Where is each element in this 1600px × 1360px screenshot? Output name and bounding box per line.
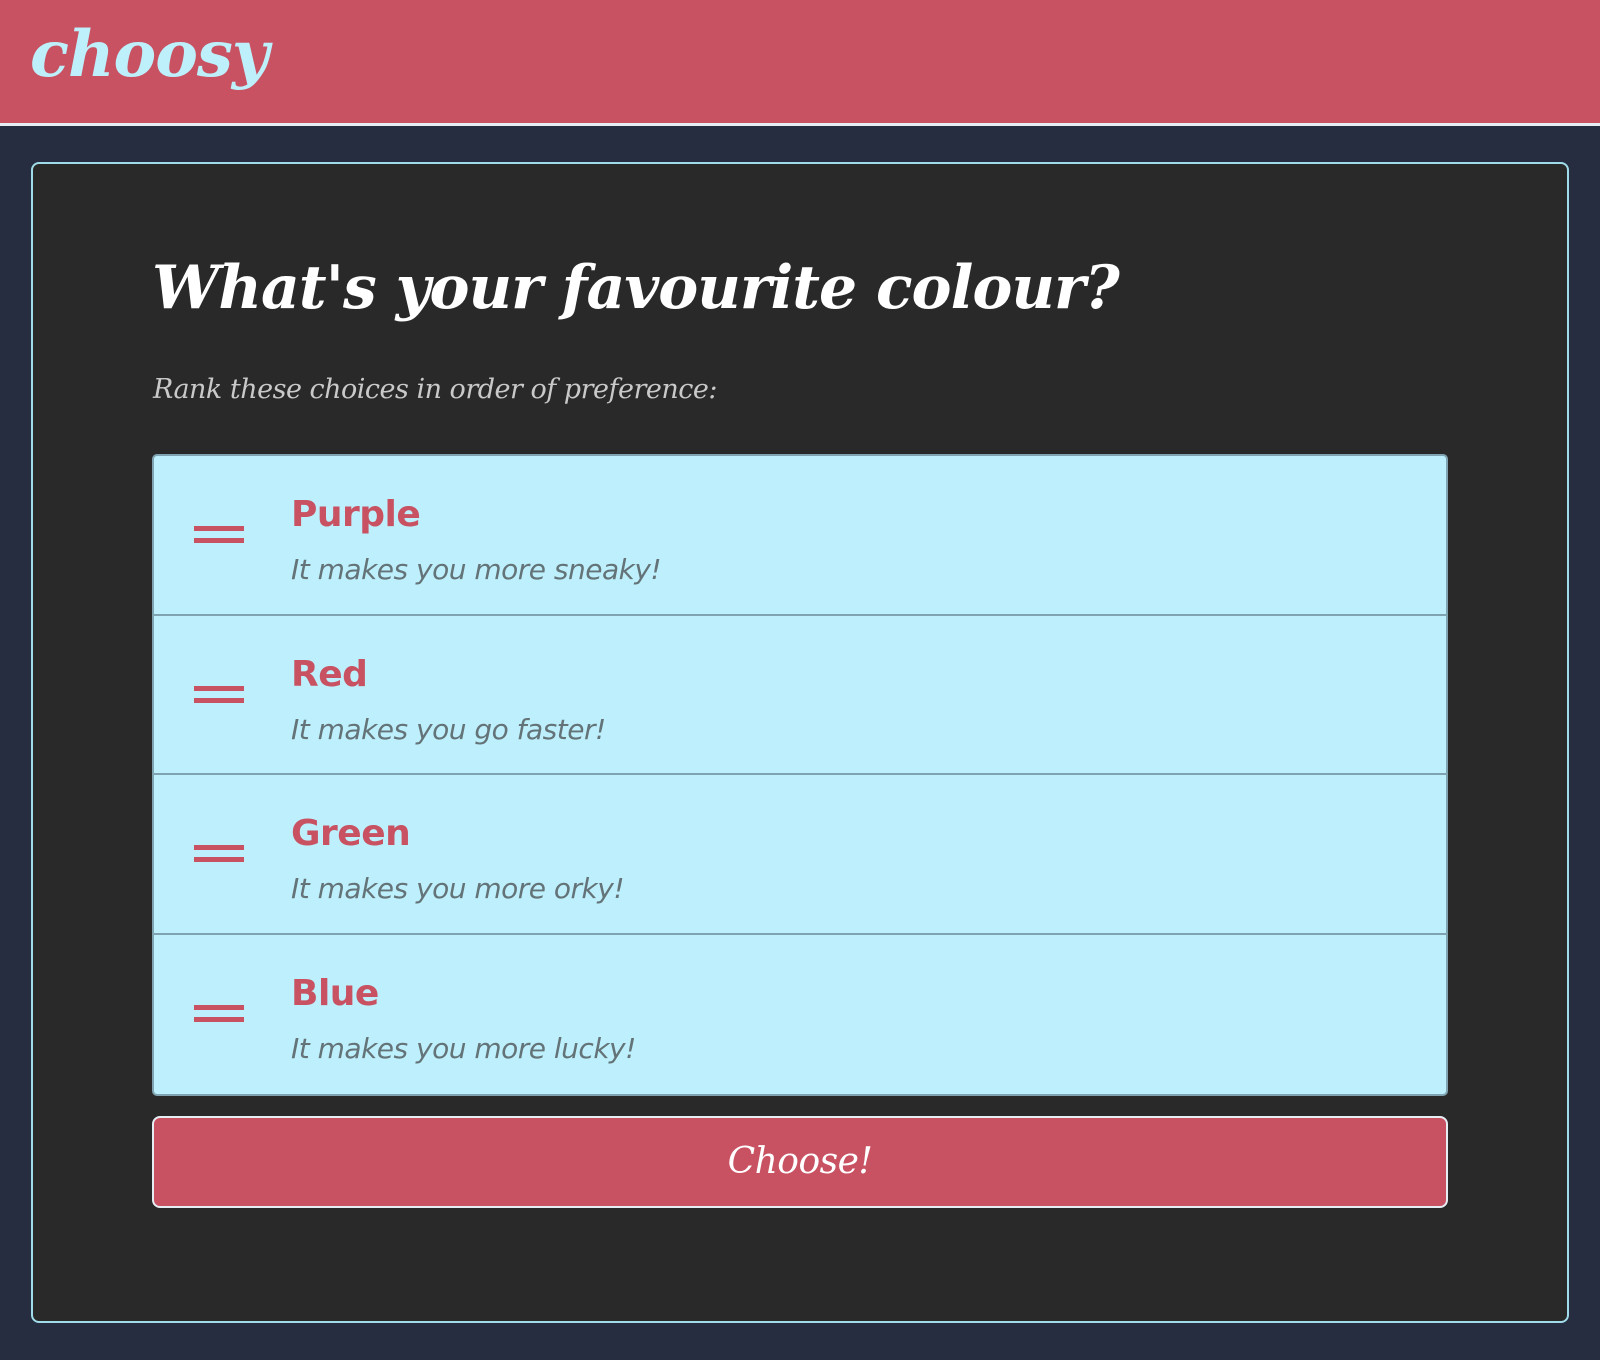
logo[interactable]: choosy xyxy=(30,12,269,98)
poll-question: What's your favourite colour? xyxy=(152,253,1120,323)
choice-name: Purple xyxy=(291,494,421,535)
poll-instructions: Rank these choices in order of preferenc… xyxy=(153,374,717,405)
drag-handle-icon[interactable] xyxy=(194,1004,244,1025)
poll-panel: What's your favourite colour? Rank these… xyxy=(31,162,1569,1323)
choice-name: Blue xyxy=(291,972,379,1014)
choice-item-green[interactable]: Green It makes you more orky! xyxy=(154,775,1446,935)
choice-item-blue[interactable]: Blue It makes you more lucky! xyxy=(154,935,1446,1095)
app-header: choosy xyxy=(0,0,1600,126)
drag-handle-icon[interactable] xyxy=(194,526,244,546)
choice-item-red[interactable]: Red It makes you go faster! xyxy=(154,616,1446,775)
choice-list: Purple It makes you more sneaky! Red It … xyxy=(152,454,1448,1096)
choice-description: It makes you more orky! xyxy=(291,872,625,905)
choice-description: It makes you more lucky! xyxy=(291,1031,636,1065)
choice-name: Red xyxy=(291,653,368,695)
choice-item-purple[interactable]: Purple It makes you more sneaky! xyxy=(154,456,1446,616)
choice-description: It makes you go faster! xyxy=(291,712,606,746)
choice-name: Green xyxy=(291,813,411,854)
choice-description: It makes you more sneaky! xyxy=(291,553,662,586)
drag-handle-icon[interactable] xyxy=(194,845,244,865)
drag-handle-icon[interactable] xyxy=(194,685,244,706)
choose-button[interactable]: Choose! xyxy=(152,1116,1448,1208)
